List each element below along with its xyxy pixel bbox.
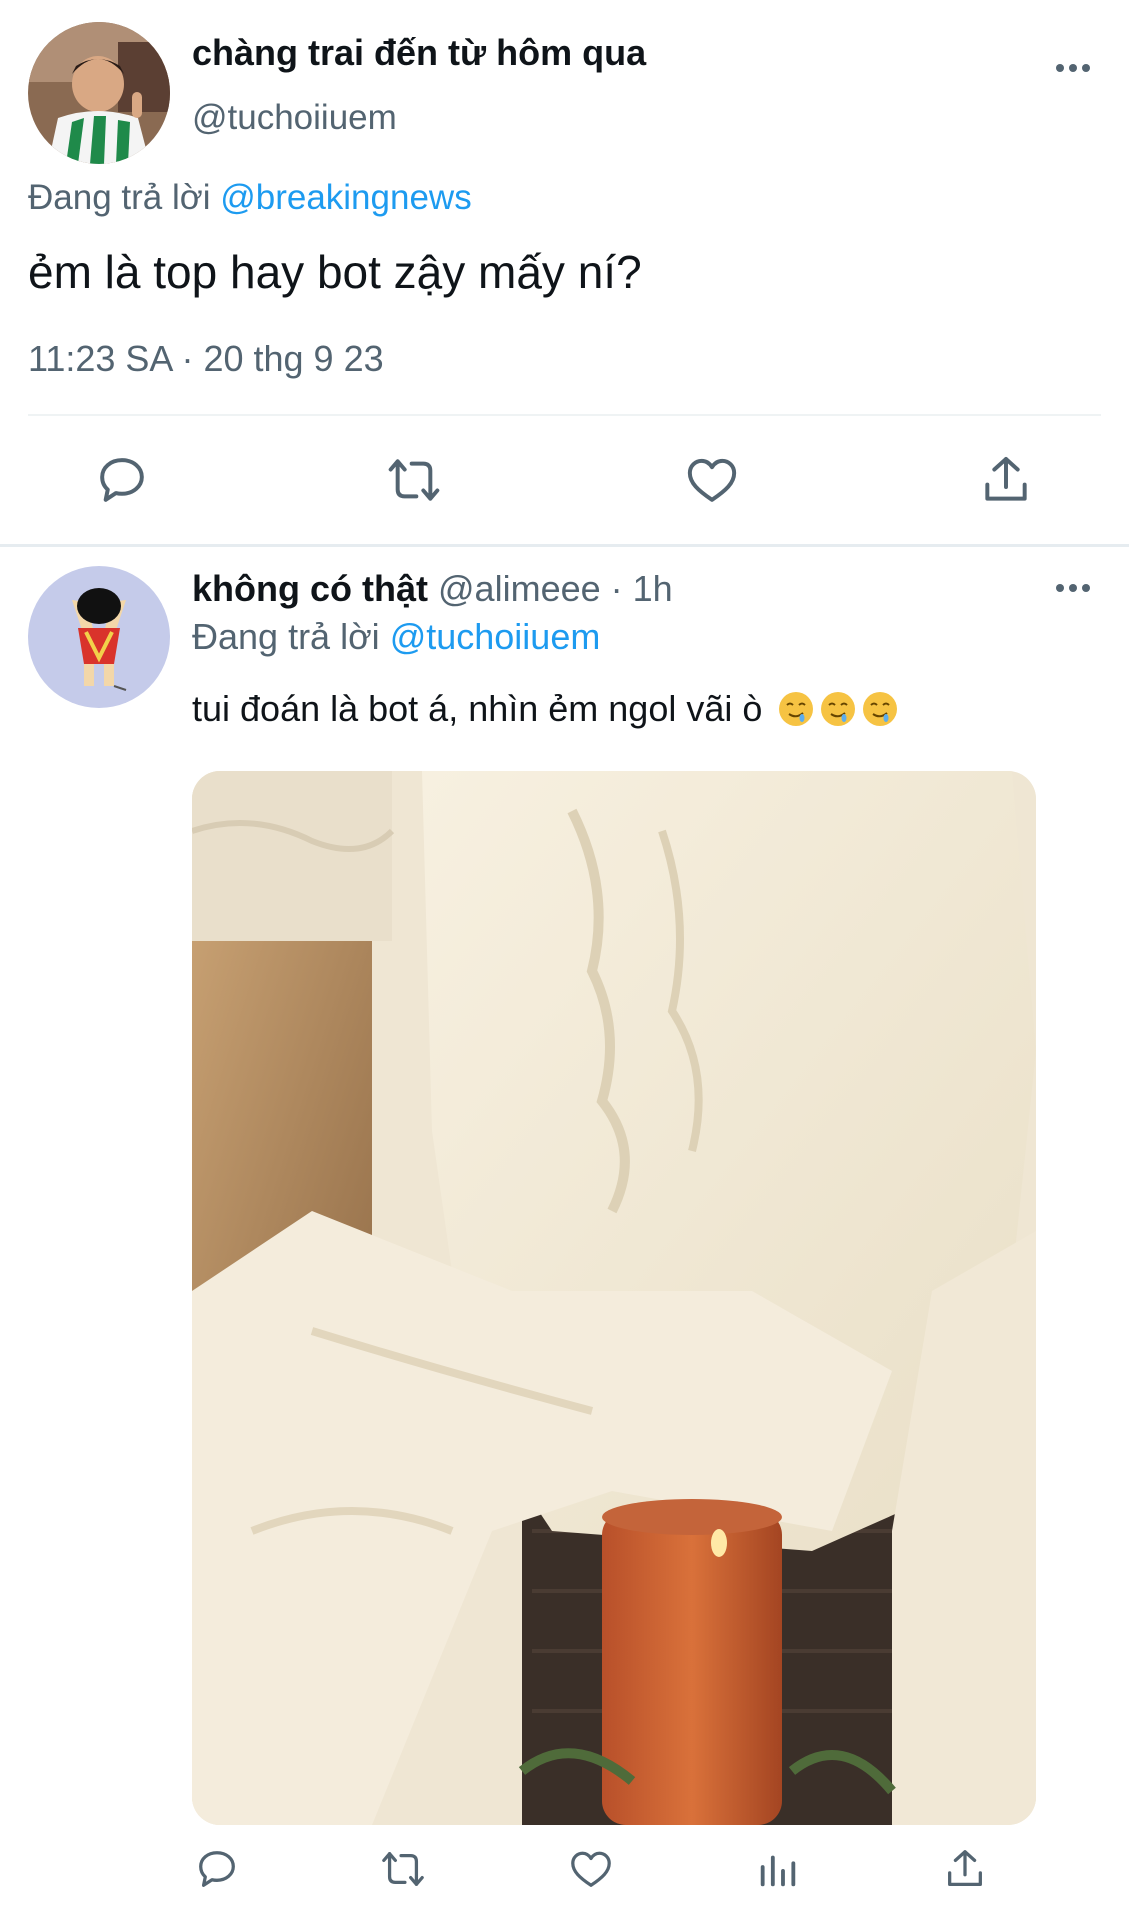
replying-to-line: Đang trả lời @tuchoiiuem	[192, 616, 600, 658]
like-icon[interactable]	[568, 1846, 614, 1892]
replying-to-mention[interactable]: @breakingnews	[220, 178, 472, 217]
drooling-face-emoji	[821, 692, 856, 726]
drooling-face-emoji	[863, 692, 898, 726]
replying-to-mention[interactable]: @tuchoiiuem	[390, 616, 601, 657]
avatar-photo	[28, 22, 170, 164]
share-icon[interactable]	[978, 452, 1034, 508]
avatar-reply-user[interactable]	[28, 566, 170, 708]
tweet-text: ẻm là top hay bot zậy mấy ní?	[28, 246, 642, 298]
replying-to-line: Đang trả lời @breakingnews	[28, 178, 472, 218]
more-options-icon[interactable]	[1054, 582, 1094, 594]
avatar-cartoon	[28, 566, 170, 708]
tweet-thread-page: chàng trai đến từ hôm qua @tuchoiiuem Đa…	[0, 0, 1129, 1920]
reply-handle[interactable]: @alimeee	[438, 568, 601, 609]
stats-icon[interactable]	[755, 1846, 801, 1892]
reply-display-name[interactable]: không có thật	[192, 568, 428, 609]
photo-seated-person-with-candle	[192, 771, 1036, 1825]
user-handle[interactable]: @tuchoiiuem	[192, 98, 397, 138]
display-name[interactable]: chàng trai đến từ hôm qua	[192, 32, 646, 74]
replying-to-prefix: Đang trả lời	[192, 616, 390, 657]
reply-icon[interactable]	[194, 1846, 240, 1892]
time-separator: ·	[600, 568, 633, 609]
share-icon[interactable]	[942, 1846, 988, 1892]
drooling-face-emoji	[779, 692, 814, 726]
avatar-main-user[interactable]	[28, 22, 170, 164]
retweet-icon[interactable]	[386, 452, 442, 508]
replying-to-prefix: Đang trả lời	[28, 178, 221, 217]
retweet-icon[interactable]	[380, 1846, 426, 1892]
tweet-timestamp[interactable]: 11:23 SA · 20 thg 9 23	[28, 338, 384, 380]
reply-header: không có thật @alimeee · 1h	[192, 568, 673, 610]
like-icon[interactable]	[684, 452, 740, 508]
divider	[28, 414, 1101, 416]
more-options-icon[interactable]	[1054, 62, 1094, 74]
thread-separator	[0, 544, 1129, 547]
reply-time[interactable]: 1h	[633, 568, 673, 609]
reply-icon[interactable]	[94, 452, 150, 508]
reply-text-line: tui đoán là bot á, nhìn ẻm ngol vãi ò	[192, 688, 898, 730]
reply-text: tui đoán là bot á, nhìn ẻm ngol vãi ò	[192, 688, 763, 729]
tweet-media-photo[interactable]	[192, 771, 1036, 1825]
